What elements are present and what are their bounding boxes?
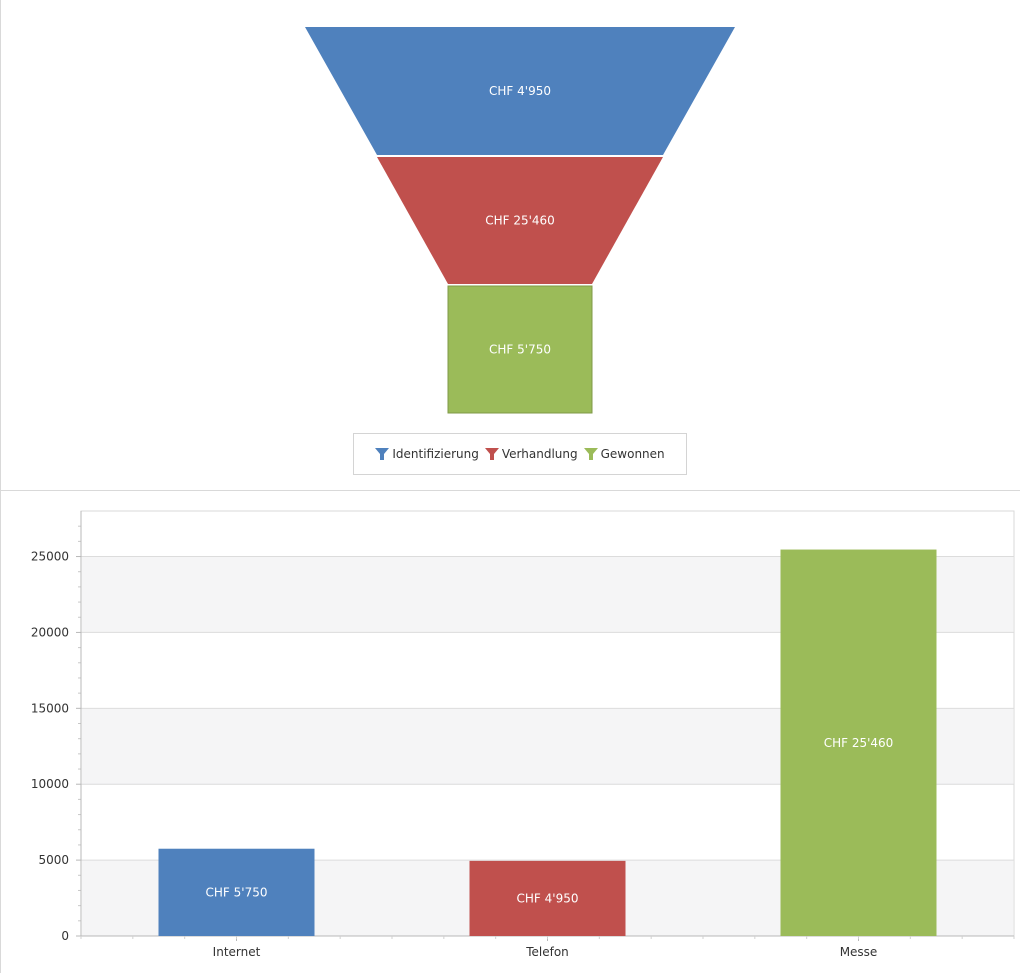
funnel-chart: CHF 4'950 CHF 25'460 CHF 5'750	[305, 27, 735, 414]
funnel-label-identifizierung: CHF 4'950	[489, 84, 551, 98]
funnel-icon	[583, 448, 598, 460]
bar-chart: 0 5000 10000 15000 20000 25000 CHF 5'750 Intern…	[31, 510, 1015, 959]
legend-item-gewonnen[interactable]: Gewonnen	[583, 447, 665, 461]
y-tick-label: 20000	[31, 625, 69, 639]
y-tick-label: 25000	[31, 550, 69, 564]
funnel-icon	[484, 448, 499, 460]
funnel-chart-panel: CHF 4'950 CHF 25'460 CHF 5'750 Identifizie…	[0, 0, 1020, 490]
funnel-legend: Identifizierung Verhandlung Gewonnen	[353, 433, 687, 475]
legend-label-identifizierung: Identifizierung	[392, 447, 479, 461]
bar-label-telefon: CHF 4'950	[517, 891, 579, 905]
legend-item-verhandlung[interactable]: Verhandlung	[484, 447, 578, 461]
funnel-icon	[375, 448, 390, 460]
funnel-label-gewonnen: CHF 5'750	[489, 343, 551, 357]
y-tick-label: 10000	[31, 777, 69, 791]
legend-label-gewonnen: Gewonnen	[600, 447, 665, 461]
bar-label-messe: CHF 25'460	[824, 736, 894, 750]
bar-label-internet: CHF 5'750	[206, 885, 268, 899]
x-tick-label: Internet	[213, 945, 261, 959]
y-tick-label: 15000	[31, 701, 69, 715]
x-tick-label: Messe	[840, 945, 878, 959]
x-tick-label: Telefon	[525, 945, 569, 959]
bar-chart-panel: 0 5000 10000 15000 20000 25000 CHF 5'750 Intern…	[0, 491, 1020, 973]
funnel-label-verhandlung: CHF 25'460	[485, 214, 555, 228]
y-tick-label: 0	[61, 929, 69, 943]
legend-label-verhandlung: Verhandlung	[501, 447, 578, 461]
legend-item-identifizierung[interactable]: Identifizierung	[375, 447, 479, 461]
y-tick-label: 5000	[38, 853, 69, 867]
